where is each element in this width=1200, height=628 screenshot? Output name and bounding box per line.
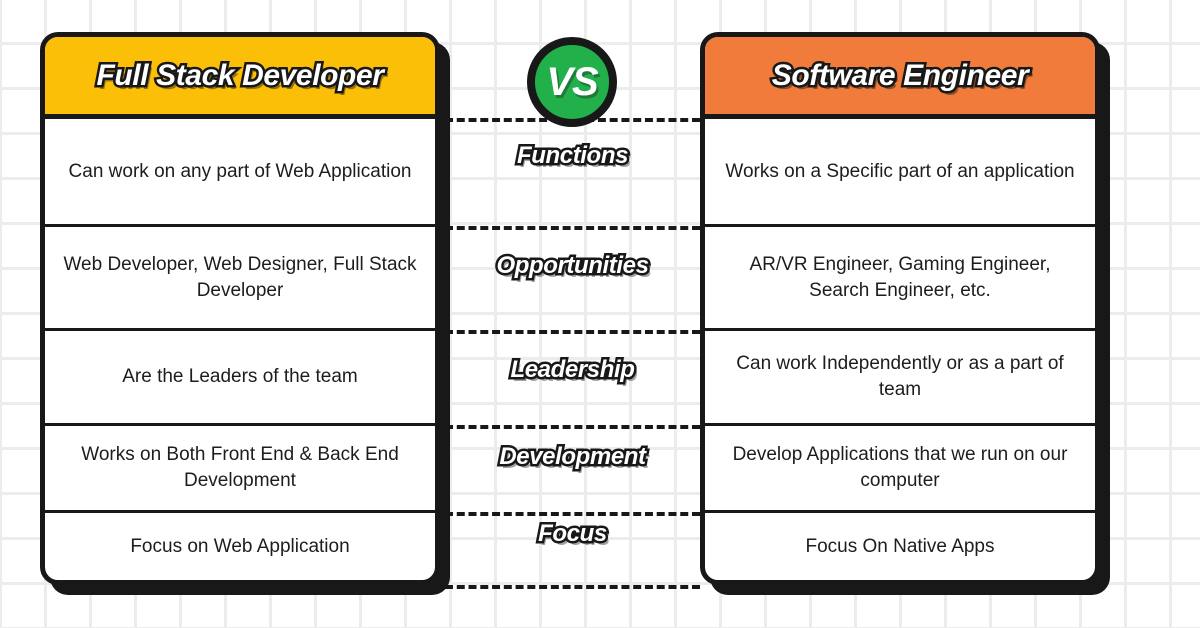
comparison-card-left: Full Stack Developer Can work on any par… [40,32,440,585]
comparison-card-right: Software Engineer Works on a Specific pa… [700,32,1100,585]
right-row-development: Develop Applications that we run on our … [705,426,1095,513]
right-row-opportunities: AR/VR Engineer, Gaming Engineer, Search … [705,227,1095,331]
right-row-focus: Focus On Native Apps [805,535,995,557]
gutter-dash-5 [445,585,700,589]
right-card-header: Software Engineer [705,37,1095,119]
left-card-title: Full Stack Developer [94,56,387,94]
criteria-cell-leadership: Leadership [450,350,695,390]
left-row-development: Works on Both Front End & Back End Devel… [45,426,435,513]
criteria-cell-functions: Functions [450,136,695,176]
criteria-label-leadership: Leadership [508,354,637,386]
right-row-functions: Works on a Specific part of an applicati… [705,119,1095,227]
left-row-leadership: Are the Leaders of the team [45,331,435,426]
infographic-canvas: Full Stack Developer Can work on any par… [0,0,1200,628]
criteria-label-development: Development [497,441,649,473]
criteria-cell-opportunities: Opportunities [450,246,695,286]
criteria-cell-focus: Focus [450,514,695,554]
vs-badge-label: VS [546,59,598,104]
criteria-label-functions: Functions [514,140,630,172]
right-card-body: Works on a Specific part of an applicati… [705,119,1095,580]
left-card-body: Can work on any part of Web Application … [45,119,435,580]
criteria-cell-development: Development [450,437,695,477]
vs-badge: VS [527,37,617,127]
left-row-functions: Can work on any part of Web Application [45,119,435,227]
left-row-focus: Focus on Web Application [130,535,350,557]
left-card-header: Full Stack Developer [45,37,435,119]
criteria-label-opportunities: Opportunities [494,250,652,282]
right-row-leadership: Can work Independently or as a part of t… [705,331,1095,426]
right-card-title: Software Engineer [769,56,1031,94]
left-row-opportunities: Web Developer, Web Designer, Full Stack … [45,227,435,331]
criteria-label-focus: Focus [536,518,610,550]
